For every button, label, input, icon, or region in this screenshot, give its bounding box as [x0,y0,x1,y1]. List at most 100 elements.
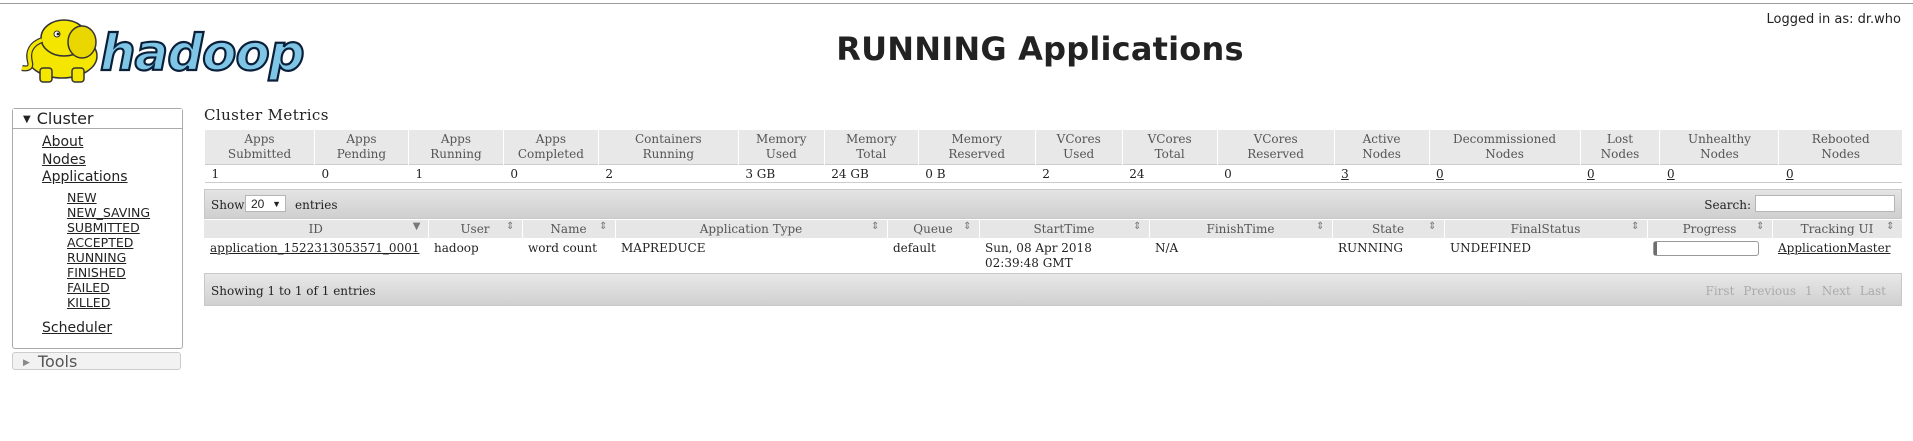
sort-both-icon: ⇕ [506,221,515,232]
table-row: application_1522313053571_0001 hadoop word… [204,238,1902,277]
search-input[interactable] [1755,195,1895,212]
column-header-state[interactable]: State ⇕ [1332,220,1445,238]
metric-link-lost-nodes[interactable]: 0 [1587,167,1595,181]
column-header-tracking-ui[interactable]: Tracking UI ⇕ [1772,220,1903,238]
scheduler-link-wrap: Scheduler [42,320,112,336]
metric-link-decommissioned-nodes[interactable]: 0 [1436,167,1444,181]
column-header-id[interactable]: ID ▼ [204,220,429,238]
metric-value-lost-nodes: 0 [1580,164,1660,183]
triangle-down-icon: ▼ [23,114,31,125]
metric-header-lost-nodes: Lost Nodes [1579,130,1660,165]
metric-value-decommissioned-nodes: 0 [1429,164,1581,183]
table-info: Showing 1 to 1 of 1 entries [211,284,376,298]
cell-application-type: MAPREDUCE [615,238,887,277]
cluster-links: About Nodes Applications [42,134,128,187]
metrics-values-row: 101023 GB 24 GB 0 B 2 24 0 3 0 0 0 0 [204,164,1902,183]
metric-value-apps-completed: 0 [503,164,599,183]
pager-previous[interactable]: Previous [1743,284,1796,298]
sidebar-link-applications[interactable]: Applications [42,169,128,187]
chevron-down-icon: ▼ [272,199,281,209]
metric-header-unhealthy-nodes: Unhealthy Nodes [1659,130,1779,165]
metric-header-apps-pending: Apps Pending [313,130,409,165]
sort-both-icon: ⇕ [599,221,608,232]
show-label: Show [211,198,245,212]
column-header-progress[interactable]: Progress ⇕ [1647,220,1773,238]
pager-page-1[interactable]: 1 [1805,284,1813,298]
metric-header-vcores-used: VCores Used [1034,130,1123,165]
sort-both-icon: ⇕ [1631,221,1640,232]
metric-value-vcores-used: 2 [1035,164,1123,183]
pager-next[interactable]: Next [1822,284,1851,298]
apps-header-row: ID ▼ User ⇕ Name ⇕ Application Type ⇕ Queue ⇕ Star… [204,220,1903,238]
sidebar-link-finished[interactable]: FINISHED [67,265,150,280]
sidebar-link-scheduler[interactable]: Scheduler [42,320,112,336]
sidebar-link-nodes[interactable]: Nodes [42,152,128,170]
column-header-starttime[interactable]: StartTime ⇕ [979,220,1150,238]
cell-finish-time: N/A [1149,238,1332,277]
sort-both-icon: ⇕ [1756,221,1765,232]
column-header-user[interactable]: User ⇕ [428,220,523,238]
cell-id: application_1522313053571_0001 [204,238,428,277]
apps-table-footer: Showing 1 to 1 of 1 entries First Previou… [204,273,1902,306]
metric-header-apps-submitted: Apps Submitted [204,130,315,165]
sidebar-link-new-saving[interactable]: NEW_SAVING [67,205,150,220]
pager-last[interactable]: Last [1860,284,1886,298]
metric-value-active-nodes: 3 [1334,164,1430,183]
cluster-accordion-header[interactable]: ▼ Cluster [13,109,182,129]
applications-table: ID ▼ User ⇕ Name ⇕ Application Type ⇕ Queue ⇕ Star… [204,220,1903,277]
metric-value-apps-running: 1 [408,164,504,183]
column-header-finishtime[interactable]: FinishTime ⇕ [1149,220,1333,238]
cluster-label: Cluster [36,109,94,128]
metric-link-rebooted-nodes[interactable]: 0 [1786,167,1794,181]
sidebar-cluster-panel: ▼ Cluster About Nodes Applications NEW NE… [12,108,183,349]
sidebar-link-running[interactable]: RUNNING [67,250,150,265]
sort-both-icon: ⇕ [1133,221,1142,232]
sort-desc-icon: ▼ [412,221,421,232]
page-title: RUNNING Applications [836,30,1244,68]
sidebar-link-accepted[interactable]: ACCEPTED [67,235,150,250]
metric-header-containers-running: Containers Running [597,130,739,165]
metric-header-memory-used: Memory Used [737,130,825,165]
metric-header-memory-reserved: Memory Reserved [917,130,1036,165]
cell-tracking-ui: ApplicationMaster [1772,238,1902,277]
metric-header-apps-running: Apps Running [407,130,504,165]
cluster-metrics-table: Apps Submitted Apps Pending Apps Running Apps C… [204,130,1902,183]
cell-queue: default [887,238,979,277]
tools-accordion-header[interactable]: ▶ Tools [12,352,181,371]
column-header-finalstatus[interactable]: FinalStatus ⇕ [1444,220,1648,238]
apps-body: application_1522313053571_0001 hadoop word… [204,238,1902,277]
metric-header-rebooted-nodes: Rebooted Nodes [1778,130,1902,165]
pager-first[interactable]: First [1706,284,1735,298]
metric-value-memory-reserved: 0 B [918,164,1036,183]
metric-link-unhealthy-nodes[interactable]: 0 [1667,167,1675,181]
progress-fill [1654,242,1658,255]
column-header-name[interactable]: Name ⇕ [522,220,616,238]
sidebar-link-about[interactable]: About [42,134,128,152]
metric-link-active-nodes[interactable]: 3 [1341,167,1349,181]
metric-header-vcores-total: VCores Total [1121,130,1218,165]
entries-label: entries [295,198,338,212]
metric-value-apps-pending: 0 [314,164,409,183]
column-header-queue[interactable]: Queue ⇕ [887,220,980,238]
metric-header-apps-completed: Apps Completed [502,130,599,165]
page-length-select[interactable]: 20 ▼ [245,195,286,212]
metric-value-vcores-total: 24 [1122,164,1218,183]
sidebar-link-new[interactable]: NEW [67,190,150,205]
sidebar-link-killed[interactable]: KILLED [67,295,150,310]
tracking-ui-link[interactable]: ApplicationMaster [1778,241,1890,255]
cell-state: RUNNING [1332,238,1444,277]
cell-user: hadoop [428,238,522,277]
page-length-value: 20 [251,197,265,211]
application-id-link[interactable]: application_1522313053571_0001 [210,241,419,255]
sort-both-icon: ⇕ [871,221,880,232]
tools-label: Tools [37,352,78,371]
cell-progress [1647,238,1772,277]
sidebar-link-failed[interactable]: FAILED [67,280,150,295]
metric-value-memory-total: 24 GB [824,164,919,183]
metrics-header-row: Apps Submitted Apps Pending Apps Running Apps C… [204,130,1902,165]
column-header-application-type[interactable]: Application Type ⇕ [615,220,888,238]
sidebar-link-submitted[interactable]: SUBMITTED [67,220,150,235]
search-label: Search: [1704,198,1751,212]
sort-both-icon: ⇕ [963,221,972,232]
metric-value-unhealthy-nodes: 0 [1659,164,1779,183]
